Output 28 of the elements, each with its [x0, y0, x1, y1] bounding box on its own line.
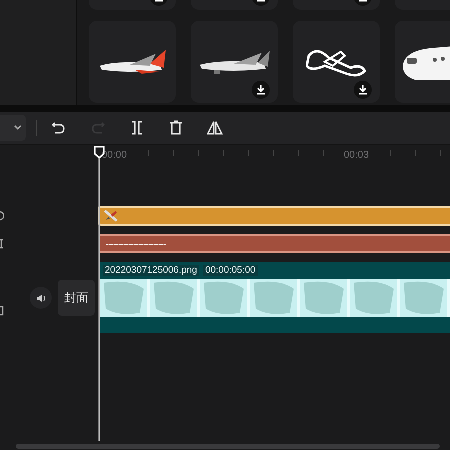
split-icon — [129, 120, 145, 136]
redo-icon — [90, 120, 106, 136]
clip-text: ------------------------ — [106, 238, 166, 248]
download-icon[interactable] — [252, 81, 270, 99]
scrollbar[interactable] — [16, 444, 440, 449]
sticker-card[interactable] — [89, 21, 176, 103]
time-label: 00:00 — [102, 150, 128, 161]
sticker-card[interactable] — [293, 21, 380, 103]
chevron-icon — [13, 124, 23, 132]
time-label: 00:03 — [344, 150, 370, 161]
mute-button[interactable] — [30, 287, 52, 309]
track-icon[interactable] — [0, 306, 4, 316]
cover-button[interactable]: 封面 — [58, 280, 95, 316]
sticker-clip[interactable] — [98, 206, 450, 226]
dropdown[interactable] — [0, 115, 26, 141]
sticker-icon — [103, 209, 119, 223]
delete-icon — [168, 120, 184, 136]
text-icon[interactable] — [0, 238, 4, 248]
video-clip[interactable]: 20220307125006.png 00:00:05:00 — [100, 262, 450, 333]
mirror-icon — [207, 120, 223, 136]
download-icon[interactable] — [354, 81, 372, 99]
file-name: 20220307125006.png — [103, 265, 200, 276]
eye-icon[interactable] — [0, 211, 4, 221]
text-clip[interactable]: ------------------------ — [100, 234, 450, 253]
undo-icon — [51, 120, 67, 136]
duration: 00:00:05:00 — [203, 265, 258, 276]
sticker-card[interactable] — [191, 21, 278, 103]
speaker-icon — [36, 294, 46, 302]
